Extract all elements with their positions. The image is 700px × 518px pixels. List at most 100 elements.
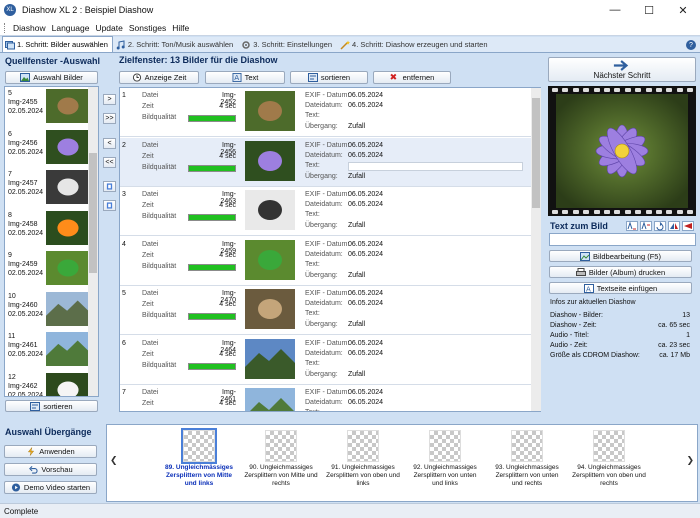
target-scrollbar-thumb[interactable] — [532, 98, 540, 208]
source-thumbnail — [46, 210, 90, 245]
flip-icon[interactable] — [668, 221, 680, 231]
slide-row[interactable]: 5 Datei Img-2470 Zeit 4 sec Bildqualität EXIF … — [120, 286, 532, 335]
transition-label: Übergang: — [305, 222, 338, 229]
images-icon — [20, 73, 31, 82]
menu-hilfe[interactable]: Hilfe — [169, 23, 192, 33]
remove-button[interactable]: ✖ entfernen — [373, 71, 451, 84]
source-scrollbar[interactable] — [88, 87, 98, 396]
menu-sonstiges[interactable]: Sonstiges — [126, 23, 169, 33]
preview-transition-button[interactable]: Vorschau — [4, 463, 97, 476]
scroll-right-icon[interactable]: ❯ — [686, 455, 694, 466]
slide-row[interactable]: 2 Datei Img-2456 Zeit 4 sec Bildqualität EXIF … — [120, 137, 532, 187]
text-button[interactable]: A Text — [205, 71, 285, 84]
exif-value: 06.05.2024 — [348, 191, 384, 198]
source-thumbnail — [46, 170, 90, 204]
film-perforation — [656, 88, 662, 92]
minimize-button[interactable]: — — [598, 0, 632, 20]
source-image-list[interactable]: 5 Img-2455 02.05.2024 6 Img-2456 02.05.2024 7 I… — [4, 86, 99, 397]
image-edit-label: Bildbearbeitung (F5) — [593, 251, 661, 261]
transition-item[interactable]: 94. Ungleichmassiges Zersplittern von ob… — [572, 430, 646, 488]
slide-row[interactable]: 3 Datei Img-2463 Zeit 4 sec Bildqualität EXIF … — [120, 187, 532, 236]
tab-step-4[interactable]: 4. Schritt: Diashow erzeugen und starten — [337, 37, 493, 52]
arrow-right-icon — [613, 59, 629, 71]
menu-update[interactable]: Update — [92, 23, 125, 33]
info-value: 1 — [686, 332, 690, 339]
target-sort-button[interactable]: sortieren — [290, 71, 368, 84]
source-scrollbar-thumb[interactable] — [89, 153, 97, 273]
select-images-button[interactable]: Auswahl Bilder — [5, 71, 98, 84]
help-icon[interactable]: ? — [686, 40, 696, 50]
slide-row[interactable]: 6 Datei Img-2464 Zeit 4 sec Bildqualität EXIF … — [120, 336, 532, 385]
maximize-button[interactable]: ☐ — [632, 0, 666, 20]
source-sort-button[interactable]: sortieren — [5, 400, 98, 412]
slide-row[interactable]: 4 Datei Img-2459 Zeit 4 sec Bildqualität EXIF … — [120, 237, 532, 286]
tab-step-2[interactable]: 2. Schritt: Ton/Musik auswählen — [113, 37, 238, 52]
source-list-item[interactable]: 9 Img-2459 02.05.2024 — [8, 251, 96, 291]
quality-label: Bildqualität — [142, 213, 177, 220]
next-step-button[interactable]: Nächster Schritt — [548, 57, 696, 82]
mirror-icon[interactable] — [682, 221, 694, 231]
text-position-icon[interactable] — [640, 221, 652, 231]
tab-step-1[interactable]: 1. Schritt: Bilder auswählen — [2, 36, 113, 52]
remove-all-button[interactable]: << — [103, 157, 116, 168]
transition-item[interactable]: 92. Ungleichmassiges Zersplittern von un… — [408, 430, 482, 488]
move-up-button[interactable] — [103, 181, 116, 192]
preview-transition-label: Vorschau — [41, 465, 73, 474]
image-text-input[interactable] — [549, 233, 696, 246]
source-list-item[interactable]: 11 Img-2461 02.05.2024 — [8, 332, 96, 372]
image-edit-button[interactable]: Bildbearbeitung (F5) — [549, 250, 692, 262]
transition-item[interactable]: 93. Ungleichmassiges Zersplittern von un… — [490, 430, 564, 488]
slide-text-input[interactable] — [348, 161, 523, 171]
status-text: Complete — [4, 506, 39, 516]
target-scrollbar[interactable] — [531, 88, 541, 411]
add-all-button[interactable]: >> — [103, 113, 116, 124]
source-list-item[interactable]: 7 Img-2457 02.05.2024 — [8, 170, 96, 210]
tab-step-2-label: 2. Schritt: Ton/Musik auswählen — [127, 40, 234, 49]
transition-item[interactable]: 89. Ungleichmässiges Zersplittern von Mi… — [162, 428, 236, 488]
text-align-icon[interactable] — [626, 221, 638, 231]
insert-textpage-button[interactable]: A Textseite einfügen — [549, 282, 692, 294]
transitions-strip[interactable]: ❮ ❯ 89. Ungleichmässiges Zersplittern vo… — [106, 424, 698, 502]
slide-number: 7 — [122, 389, 126, 396]
info-label: Diashow - Zeit: — [550, 322, 597, 329]
filedate-label: Dateidatum: — [305, 102, 343, 109]
print-album-button[interactable]: Bilder (Album) drucken — [549, 266, 692, 278]
thumbnail-image — [46, 372, 90, 396]
text-label: Text: — [305, 161, 320, 169]
menu-bar: Diashow Language Update Sonstiges Hilfe — [0, 20, 700, 36]
scroll-left-icon[interactable]: ❮ — [110, 455, 118, 466]
slide-row[interactable]: 1 Datei Img-2452 Zeit 4 sec Bildqualität EXIF … — [120, 88, 532, 137]
transition-item[interactable]: 91. Ungleichmassiges Zersplittern von ob… — [326, 430, 400, 488]
rotate-icon[interactable] — [654, 221, 666, 231]
slideshow-info: Infos zur aktuellen Diashow Diashow - Bi… — [550, 298, 690, 361]
source-list-item[interactable]: 10 Img-2460 02.05.2024 — [8, 291, 96, 332]
apply-transition-button[interactable]: Anwenden — [4, 445, 97, 458]
film-down-icon — [106, 202, 113, 209]
remove-selected-button[interactable]: < — [103, 138, 116, 149]
info-value: ca. 65 sec — [658, 322, 690, 329]
source-list-item[interactable]: 12 Img-2462 02.05.2024 — [8, 372, 96, 396]
target-slide-list[interactable]: 1 Datei Img-2452 Zeit 4 sec Bildqualität EXIF … — [119, 87, 541, 412]
select-images-label: Auswahl Bilder — [33, 73, 83, 82]
source-list-item[interactable]: 8 Img-2458 02.05.2024 — [8, 210, 96, 251]
menu-diashow[interactable]: Diashow — [10, 23, 49, 33]
quality-bar — [188, 214, 236, 221]
demo-video-button[interactable]: Demo Video starten — [4, 481, 97, 494]
printer-icon — [575, 267, 586, 276]
tab-step-3[interactable]: 3. Schritt: Einstellungen — [238, 37, 337, 52]
quality-bar-fill — [189, 314, 235, 319]
apply-transition-label: Anwenden — [39, 447, 75, 456]
quality-label: Bildqualität — [142, 114, 177, 121]
menu-language[interactable]: Language — [49, 23, 93, 33]
display-time-button[interactable]: Anzeige Zeit — [119, 71, 199, 84]
transition-item[interactable]: 90. Ungleichmassiges Zersplittern von Mi… — [244, 430, 318, 488]
close-button[interactable]: ✕ — [666, 0, 700, 20]
add-selected-button[interactable]: > — [103, 94, 116, 105]
transition-label: 91. Ungleichmassiges Zersplittern von ob… — [326, 464, 400, 487]
source-list-item[interactable]: 6 Img-2456 02.05.2024 — [8, 129, 96, 170]
slide-row[interactable]: 7DateiImg-2461Zeit4 secBildqualitätEXIF … — [120, 385, 532, 411]
exif-value: 06.05.2024 — [348, 141, 384, 149]
source-list-item[interactable]: 5 Img-2455 02.05.2024 — [8, 89, 96, 129]
thumbnail-image — [46, 210, 90, 245]
move-down-button[interactable] — [103, 200, 116, 211]
